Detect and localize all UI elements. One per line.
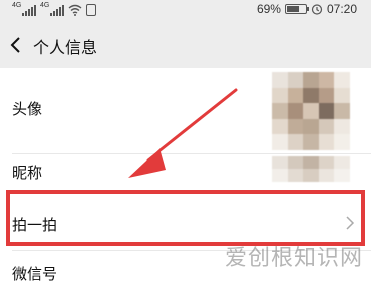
signal-icon: 4G: [40, 2, 64, 16]
row-label-avatar: 头像: [12, 101, 43, 118]
watermark: 爱创根知识网: [224, 246, 363, 271]
alarm-icon: [311, 4, 323, 15]
chevron-left-icon[interactable]: [8, 35, 24, 55]
page-title: 个人信息: [33, 40, 98, 57]
status-right: 69% 07:20: [257, 2, 357, 16]
vibrate-icon: [86, 4, 96, 16]
battery-fill: [286, 6, 299, 12]
clock: 07:20: [326, 2, 357, 16]
signal-icon: 4G: [12, 2, 36, 16]
battery-icon: [284, 4, 309, 14]
row-label-nickname: 昵称: [12, 165, 43, 182]
status-left: 4G 4G: [12, 2, 96, 17]
avatar[interactable]: [272, 72, 350, 150]
signal-label: 4G: [12, 2, 22, 9]
battery-percent: 69%: [256, 2, 281, 16]
nav-bar: 个人信息: [0, 22, 371, 68]
row-label-wechat-id: 微信号: [12, 266, 58, 283]
status-bar: 4G 4G 69% 07:20: [0, 0, 371, 22]
annotation-highlight-box: [6, 190, 365, 246]
wifi-icon: [68, 4, 82, 16]
nickname-value: [272, 156, 350, 182]
signal-label: 4G: [40, 2, 50, 9]
